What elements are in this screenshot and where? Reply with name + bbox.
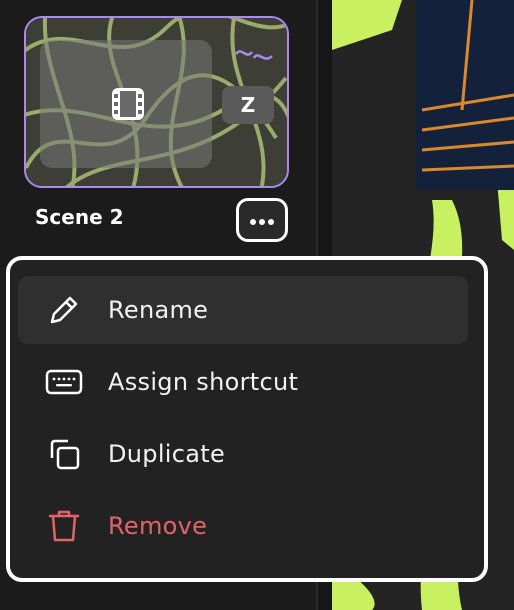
more-options-button[interactable] (236, 198, 288, 242)
menu-item-label: Rename (108, 296, 209, 324)
scene-thumbnail[interactable]: Z (24, 16, 289, 188)
menu-item-label: Remove (108, 512, 208, 540)
squiggle-icon (235, 50, 273, 60)
ellipsis-icon (249, 211, 275, 230)
pencil-icon (42, 288, 86, 332)
menu-item-label: Duplicate (108, 440, 226, 468)
menu-item-label: Assign shortcut (108, 368, 299, 396)
trash-icon (42, 504, 86, 548)
shortcut-key-badge: Z (222, 86, 274, 124)
film-icon (110, 86, 146, 122)
menu-item-assign-shortcut[interactable]: Assign shortcut (18, 348, 468, 416)
menu-item-remove[interactable]: Remove (18, 492, 468, 560)
duplicate-icon (42, 432, 86, 476)
menu-item-rename[interactable]: Rename (18, 276, 468, 344)
keyboard-icon (42, 360, 86, 404)
scene-name: Scene 2 (35, 205, 124, 229)
scene-context-menu: Rename Assign shortcut Duplicate Remove (6, 256, 488, 582)
menu-item-duplicate[interactable]: Duplicate (18, 420, 468, 488)
